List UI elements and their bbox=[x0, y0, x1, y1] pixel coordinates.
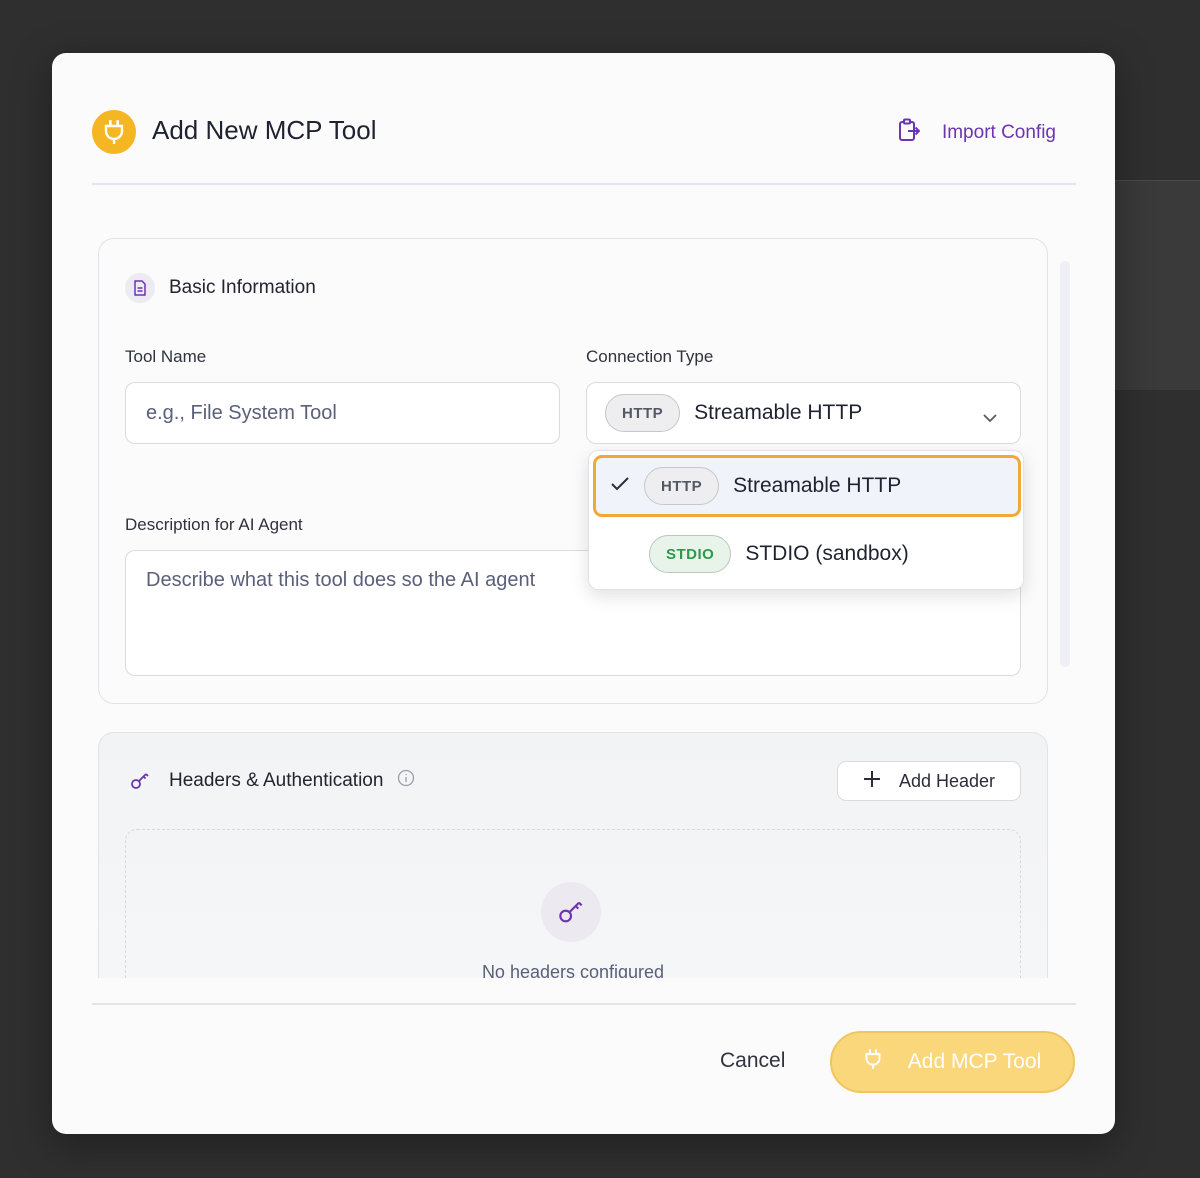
dropdown-option-stdio[interactable]: STDIO STDIO (sandbox) bbox=[593, 523, 1021, 585]
basic-information-heading: Basic Information bbox=[125, 273, 316, 303]
headers-title: Headers & Authentication bbox=[169, 770, 384, 791]
dialog-title: Add New MCP Tool bbox=[152, 115, 377, 145]
background-panel bbox=[1110, 180, 1200, 390]
add-mcp-tool-label: Add MCP Tool bbox=[907, 1050, 1042, 1073]
plug-icon bbox=[864, 1047, 882, 1077]
clipboard-import-icon bbox=[898, 118, 921, 148]
dialog-body[interactable]: Basic Information Tool Name e.g., File S… bbox=[97, 238, 1097, 978]
cancel-button[interactable]: Cancel bbox=[720, 1049, 785, 1073]
add-header-button[interactable]: Add Header bbox=[837, 761, 1021, 801]
key-icon bbox=[125, 772, 155, 790]
check-icon bbox=[610, 474, 630, 498]
connection-type-dropdown: HTTP Streamable HTTP STDIO STDIO (sandbo… bbox=[588, 450, 1024, 590]
add-mcp-tool-button[interactable]: Add MCP Tool bbox=[830, 1031, 1075, 1093]
chevron-down-icon bbox=[982, 405, 998, 429]
http-badge: HTTP bbox=[605, 394, 681, 432]
plus-icon bbox=[863, 770, 881, 793]
add-mcp-tool-dialog: Add New MCP Tool Import Config Basic Inf… bbox=[52, 53, 1115, 1134]
document-icon bbox=[125, 273, 155, 303]
import-config-button[interactable]: Import Config bbox=[898, 118, 1056, 148]
connection-type-label: Connection Type bbox=[586, 347, 714, 366]
headers-authentication-card: Headers & Authentication Add Header No h… bbox=[98, 732, 1048, 978]
stdio-badge: STDIO bbox=[649, 535, 732, 573]
connection-type-select[interactable]: HTTP Streamable HTTP bbox=[586, 382, 1021, 444]
info-icon[interactable] bbox=[397, 769, 415, 793]
tool-name-input[interactable]: e.g., File System Tool bbox=[125, 382, 560, 444]
option-label: Streamable HTTP bbox=[733, 474, 902, 497]
http-badge: HTTP bbox=[644, 467, 720, 505]
key-icon bbox=[541, 882, 601, 942]
plug-icon bbox=[92, 110, 136, 154]
connection-type-value: Streamable HTTP bbox=[694, 401, 863, 424]
headers-heading: Headers & Authentication bbox=[125, 769, 415, 793]
description-label: Description for AI Agent bbox=[125, 515, 303, 534]
empty-state-text: No headers configured bbox=[481, 962, 665, 978]
dropdown-option-streamable-http[interactable]: HTTP Streamable HTTP bbox=[593, 455, 1021, 517]
description-placeholder: Describe what this tool does so the AI a… bbox=[146, 569, 536, 591]
basic-information-title: Basic Information bbox=[169, 277, 316, 298]
scrollbar[interactable] bbox=[1060, 261, 1070, 667]
dialog-header: Add New MCP Tool Import Config bbox=[92, 53, 1076, 185]
import-config-label: Import Config bbox=[941, 122, 1056, 143]
tool-name-label: Tool Name bbox=[125, 347, 207, 366]
footer-divider bbox=[92, 1003, 1076, 1005]
option-label: STDIO (sandbox) bbox=[745, 542, 909, 565]
add-header-label: Add Header bbox=[898, 770, 996, 791]
tool-name-placeholder: e.g., File System Tool bbox=[146, 401, 337, 424]
headers-empty-state: No headers configured bbox=[125, 829, 1021, 978]
